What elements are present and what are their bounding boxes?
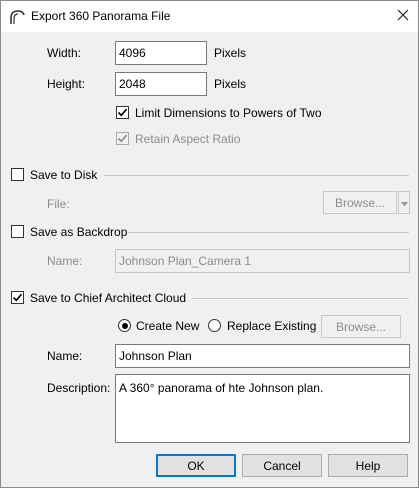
close-button[interactable] [388, 1, 418, 32]
backdrop-name-input[interactable]: Johnson Plan_Camera 1 [115, 249, 410, 273]
save-to-cloud-checkbox[interactable] [11, 291, 24, 304]
cloud-browse-button[interactable]: Browse... [321, 315, 401, 338]
description-label: Description: [47, 381, 111, 395]
save-to-disk-checkbox[interactable] [11, 168, 24, 181]
height-unit-label: Pixels [214, 77, 247, 91]
export-panorama-dialog: Export 360 Panorama File Width: 4096 Pix… [0, 0, 419, 488]
retain-aspect-checkbox[interactable] [116, 132, 129, 145]
save-to-disk-divider [104, 175, 409, 176]
backdrop-name-label: Name: [47, 254, 83, 268]
app-logo-icon [9, 9, 25, 25]
save-to-disk-label: Save to Disk [30, 168, 98, 182]
cancel-button[interactable]: Cancel [242, 454, 322, 477]
file-browse-button[interactable]: Browse... [323, 191, 397, 214]
file-browse-dropdown-button[interactable] [398, 191, 410, 214]
save-as-backdrop-checkbox[interactable] [11, 225, 24, 238]
save-to-cloud-label: Save to Chief Architect Cloud [30, 291, 187, 305]
chevron-down-icon [400, 196, 408, 210]
save-as-backdrop-divider [128, 232, 409, 233]
height-label: Height: [47, 77, 86, 91]
ok-button[interactable]: OK [156, 454, 236, 477]
width-label: Width: [47, 46, 82, 60]
help-button[interactable]: Help [328, 454, 408, 477]
width-unit-label: Pixels [214, 46, 247, 60]
cloud-name-label: Name: [47, 349, 83, 363]
create-new-radio[interactable] [118, 319, 131, 332]
cloud-name-input[interactable]: Johnson Plan [115, 344, 410, 368]
limit-powers-label: Limit Dimensions to Powers of Two [135, 106, 322, 120]
width-input[interactable]: 4096 [115, 41, 207, 65]
height-input[interactable]: 2048 [115, 72, 207, 96]
close-icon [397, 9, 409, 24]
create-new-label: Create New [136, 319, 200, 333]
retain-aspect-label: Retain Aspect Ratio [135, 132, 241, 146]
replace-existing-label: Replace Existing [227, 319, 317, 333]
title-bar: Export 360 Panorama File [1, 1, 418, 32]
limit-powers-checkbox[interactable] [116, 106, 129, 119]
window-title: Export 360 Panorama File [31, 9, 171, 23]
replace-existing-radio[interactable] [208, 319, 221, 332]
file-label: File: [47, 197, 70, 211]
save-as-backdrop-label: Save as Backdrop [30, 225, 128, 239]
save-to-cloud-divider [192, 298, 409, 299]
description-textarea[interactable]: A 360° panorama of hte Johnson plan. [115, 374, 410, 443]
